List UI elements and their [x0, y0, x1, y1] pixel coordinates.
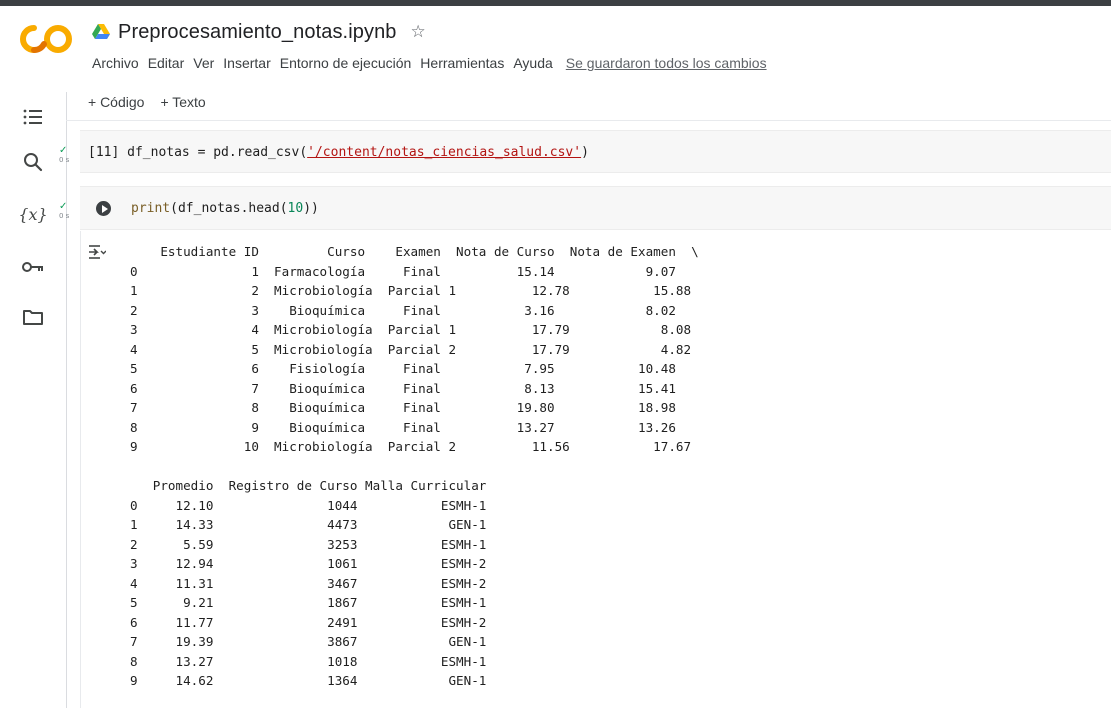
- save-status-link[interactable]: Se guardaron todos los cambios: [566, 55, 767, 75]
- menu-editar[interactable]: Editar: [148, 55, 185, 75]
- cell2-code[interactable]: print(df_notas.head(10)): [131, 201, 319, 216]
- key-icon[interactable]: [22, 256, 44, 278]
- sidebar-divider: [66, 92, 67, 708]
- cell2-exec-time: 0 s: [59, 212, 70, 220]
- search-icon[interactable]: [22, 151, 44, 173]
- table-of-contents-icon[interactable]: [22, 106, 44, 128]
- variables-icon[interactable]: {x}: [18, 203, 47, 225]
- run-cell-button[interactable]: [96, 201, 111, 216]
- cell2-success-icon: ✓: [59, 201, 68, 212]
- menu-entorno[interactable]: Entorno de ejecución: [280, 55, 412, 75]
- add-text-button[interactable]: + Texto: [160, 94, 205, 110]
- star-icon[interactable]: ☆: [411, 22, 426, 42]
- cell1-success-icon: ✓: [59, 145, 68, 156]
- google-drive-icon: [92, 24, 110, 39]
- cell2-code-num: 10: [287, 201, 304, 216]
- cell2-code-fn: print: [131, 201, 171, 216]
- title-row: Preprocesamiento_notas.ipynb ☆: [92, 18, 426, 46]
- cell1-code-suffix: ): [581, 145, 589, 160]
- add-code-button[interactable]: + Código: [88, 94, 144, 110]
- cell2-code-end: )): [303, 201, 319, 216]
- menu-insertar[interactable]: Insertar: [223, 55, 270, 75]
- cell1-code[interactable]: [11] df_notas = pd.read_csv('/content/no…: [88, 145, 589, 160]
- menu-ayuda[interactable]: Ayuda: [513, 55, 552, 75]
- menu-ver[interactable]: Ver: [193, 55, 214, 75]
- cell2-output-text: Estudiante ID Curso Examen Nota de Curso…: [130, 244, 699, 688]
- cell2-code-mid: (df_notas.head(: [170, 201, 288, 216]
- window-top-strip: [0, 0, 1111, 6]
- notebook-toolbar: + Código + Texto: [88, 94, 222, 110]
- toolbar-divider: [66, 120, 1111, 121]
- cell1-code-string[interactable]: '/content/notas_ciencias_salud.csv': [307, 145, 581, 160]
- menu-herramientas[interactable]: Herramientas: [420, 55, 504, 75]
- output-gutter-line: [80, 231, 81, 708]
- colab-logo[interactable]: [20, 24, 72, 54]
- menu-bar: Archivo Editar Ver Insertar Entorno de e…: [92, 55, 776, 75]
- cell1-exec-count: [11]: [88, 145, 120, 160]
- output-actions-icon[interactable]: [88, 244, 106, 260]
- cell1-exec-time: 0 s: [59, 156, 70, 164]
- menu-archivo[interactable]: Archivo: [92, 55, 139, 75]
- notebook-title[interactable]: Preprocesamiento_notas.ipynb: [118, 21, 397, 44]
- folder-icon[interactable]: [22, 306, 44, 328]
- cell1-code-prefix: df_notas = pd.read_csv(: [127, 145, 308, 160]
